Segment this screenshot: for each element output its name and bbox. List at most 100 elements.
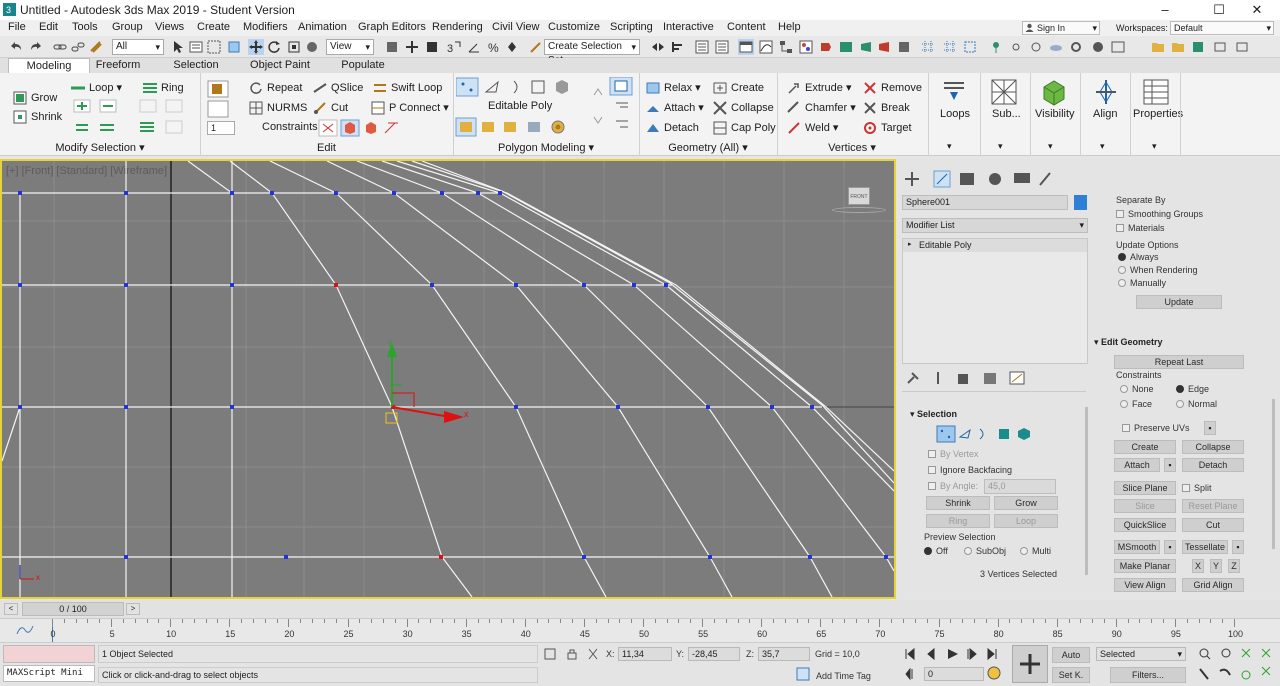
select-object-icon[interactable] [170,39,186,55]
visibility-label[interactable]: Visibility [1035,108,1075,120]
tab-freeform[interactable]: Freeform [84,58,152,73]
selection-subobject-icons[interactable] [936,425,1036,443]
always-radio[interactable]: Always [1118,252,1159,262]
grid-icon[interactable] [920,39,936,55]
auto-key-button[interactable]: Auto [1052,647,1090,663]
subdivision-dropdown[interactable]: ▾ [998,141,1003,152]
loop-mode-icons[interactable] [72,98,122,114]
curve-editor-icon[interactable] [758,39,774,55]
by-vertex-checkbox[interactable]: By Vertex [928,449,979,459]
manually-radio[interactable]: Manually [1118,278,1166,288]
render-production-icon[interactable] [858,39,874,55]
snaps-toggle-icon[interactable]: 3 [446,39,462,55]
tab-populate[interactable]: Populate [332,58,394,73]
split-checkbox[interactable]: Split [1182,483,1212,493]
tessellate-button[interactable]: Tessellate [1182,540,1228,554]
toggle-scene-explorer-icon[interactable] [694,39,710,55]
edit-footer[interactable]: Edit [200,141,453,156]
break-button[interactable]: Break [862,100,910,116]
object-color-swatch[interactable] [1074,195,1087,210]
menu-animation[interactable]: Animation [298,21,347,33]
time-slider-thumb[interactable]: 0 / 100 [22,602,124,616]
constraint-none-radio[interactable]: None [1120,384,1154,394]
folder-icon[interactable] [1150,39,1166,55]
visibility-icon[interactable] [1040,78,1068,106]
mirror-icon[interactable] [650,39,666,55]
preview-subobj-radio[interactable]: SubObj [964,546,1006,556]
properties-icon[interactable] [1142,78,1170,106]
gear-icon[interactable] [1068,39,1084,55]
align-big-icon[interactable] [1092,78,1120,106]
toggle-layer-explorer-icon[interactable] [714,39,730,55]
menu-interactive[interactable]: Interactive [663,21,714,33]
visibility-dropdown[interactable]: ▾ [1048,141,1053,152]
named-selection-dropdown[interactable]: Create Selection Set [544,39,640,66]
ring-mode-icons[interactable] [138,98,188,114]
loops-label[interactable]: Loops [940,108,970,120]
render-iterative-icon[interactable] [896,39,912,55]
current-frame-field[interactable]: 0 [924,667,984,681]
place-icon[interactable] [304,39,320,55]
subdivision-icon[interactable] [990,78,1018,106]
select-scale-icon[interactable] [286,39,302,55]
percent-snap-icon[interactable]: % [486,39,502,55]
menu-file[interactable]: File [8,21,26,33]
viewport-front[interactable]: [+] [Front] [Standard] [Wireframe] x y x… [0,159,896,599]
slice-button[interactable]: Slice [1114,499,1176,513]
slice-plane-button[interactable]: Slice Plane [1114,481,1176,495]
x-coordinate-field[interactable]: 11,34 [618,647,672,661]
cloud-icon[interactable] [1048,39,1064,55]
attach-button[interactable]: Attach ▾ [645,100,704,116]
preserve-uvs-icon[interactable] [206,79,236,119]
preview-off-radio[interactable]: Off [924,546,948,556]
loop-selection-button[interactable]: Loop [994,514,1058,528]
arnold-icon[interactable] [1090,39,1106,55]
update-button[interactable]: Update [1136,295,1222,309]
wireframe-mesh[interactable] [2,161,894,597]
z-coordinate-field[interactable]: 35,7 [758,647,810,661]
command-panel-tabs[interactable] [902,169,1062,189]
menu-customize[interactable]: Customize [548,21,600,33]
select-manipulate-icon[interactable] [404,39,420,55]
grid-align-button[interactable]: Grid Align [1182,578,1244,592]
save-icon[interactable] [1190,39,1206,55]
menu-create[interactable]: Create [197,21,230,33]
open-icon[interactable] [1170,39,1186,55]
cut-button-cp[interactable]: Cut [1182,518,1244,532]
msmooth-button[interactable]: MSmooth [1114,540,1160,554]
status-tool-icons[interactable] [543,647,599,661]
quickslice-button[interactable]: QuickSlice [1114,518,1176,532]
stack-item-editable-poly[interactable]: Editable Poly [903,239,1087,252]
collapse-button[interactable]: Collapse [712,100,774,116]
ring-button[interactable]: Ring [142,80,184,96]
geometry-footer[interactable]: Geometry (All) ▾ [639,141,777,156]
reference-coordinate-dropdown[interactable]: View [326,39,374,55]
viewport-grid-icon[interactable] [942,39,958,55]
add-time-tag[interactable]: Add Time Tag [816,671,871,681]
create-button[interactable]: Create [712,80,764,96]
menu-group[interactable]: Group [112,21,143,33]
edit-spinner[interactable]: 1 [207,121,235,135]
p-connect-button[interactable]: P Connect ▾ [370,100,449,116]
subobject-mode-icons[interactable] [456,77,576,97]
subdivision-label[interactable]: Sub... [992,108,1021,120]
tessellate-settings-button[interactable]: ▪ [1232,540,1244,554]
grow-button[interactable]: Grow [12,90,57,106]
tab-object-paint[interactable]: Object Paint [244,58,316,73]
cut-button[interactable]: Cut [312,100,348,116]
time-config-icon[interactable] [986,665,1002,681]
polygon-modeling-footer[interactable]: Polygon Modeling ▾ [453,141,639,156]
viewport-label[interactable]: [+] [Front] [Standard] [Wireframe] [6,165,167,177]
reset-plane-button[interactable]: Reset Plane [1182,499,1244,513]
selection-rollout-title[interactable]: ▾ Selection [910,409,957,420]
cap-poly-button[interactable]: Cap Poly [712,120,776,136]
chamfer-button[interactable]: Chamfer ▾ [786,100,856,116]
menu-tools[interactable]: Tools [72,21,98,33]
extrude-button[interactable]: Extrude ▾ [786,80,852,96]
track-bar[interactable]: 0 5 10 15 20 25 30 35 40 45 50 55 60 65 70 75 80 85 90 95 10… [0,618,1280,643]
loops-dropdown[interactable]: ▾ [947,141,952,152]
rename-icon[interactable] [1110,39,1126,55]
scrollbar-right[interactable] [1272,399,1275,549]
when-rendering-radio[interactable]: When Rendering [1118,265,1198,275]
constraint-face-radio[interactable]: Face [1120,399,1152,409]
